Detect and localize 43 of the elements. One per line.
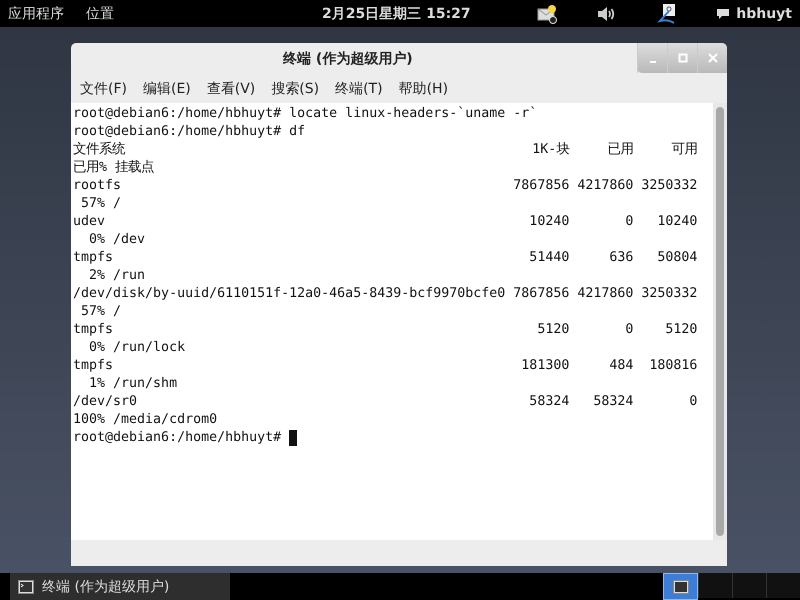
terminal-line: tmpfs 5120 0 5120 <box>73 321 698 339</box>
terminal-line: 文件系统 1K-块 已用 可用 <box>73 141 698 159</box>
taskbar-button[interactable]: 终端 (作为超级用户) <box>10 573 230 600</box>
terminal-line: 0% /run/lock <box>88 339 186 357</box>
menu-item[interactable]: 文件(F) <box>80 80 127 98</box>
terminal-line: 已用% 挂载点 <box>73 159 156 177</box>
scrollbar-thumb[interactable] <box>716 107 724 536</box>
terminal-line: tmpfs 181300 484 180816 <box>73 357 698 375</box>
maximize-icon <box>678 53 688 63</box>
user-name[interactable]: hbhuyt <box>736 6 792 22</box>
menu-item[interactable]: 搜索(S) <box>271 80 320 98</box>
terminal-line: 57% / <box>80 195 122 213</box>
terminal-line: udev 10240 0 10240 <box>73 213 698 231</box>
terminal-line: 0% /dev <box>88 231 146 249</box>
menu-item[interactable]: 编辑(E) <box>142 80 191 98</box>
workspace-button[interactable] <box>663 573 698 600</box>
panel-menu[interactable]: 应用程序 <box>8 4 64 22</box>
scrollbar[interactable] <box>713 103 727 540</box>
terminal-line: root@debian6:/home/hbhuyt# df <box>73 123 306 141</box>
terminal-icon <box>672 580 688 594</box>
panel-menu[interactable]: 位置 <box>86 4 114 22</box>
terminal-area[interactable] <box>71 103 727 540</box>
window-title: 终端 (作为超级用户) <box>283 50 413 68</box>
terminal-icon <box>18 580 34 594</box>
terminal-line: 2% /run <box>88 267 146 285</box>
menu-item[interactable]: 终端(T) <box>335 80 383 98</box>
terminal-line: /dev/disk/by-uuid/6110151f-12a0-46a5-8439-bcf9970bcfe0 7867856 4217860 3250332 <box>73 285 698 303</box>
terminal-prompt: root@debian6:/home/hbhuyt# <box>73 429 282 447</box>
cursor <box>289 430 298 446</box>
close-icon <box>708 53 718 63</box>
chat-icon[interactable] <box>716 8 730 20</box>
clock[interactable]: 2月25日星期三 15:27 <box>322 4 471 22</box>
menu-item[interactable]: 帮助(H) <box>398 80 448 98</box>
terminal-line: 57% / <box>80 303 122 321</box>
terminal-line: tmpfs 51440 636 50804 <box>73 249 698 267</box>
terminal-line: /dev/sr0 58324 58324 0 <box>73 393 698 411</box>
terminal-line: 1% /run/shm <box>88 375 178 393</box>
terminal-line: 100% /media/cdrom0 <box>73 411 218 429</box>
minimize-icon <box>650 61 656 63</box>
menu-item[interactable]: 查看(V) <box>206 80 256 98</box>
terminal-line: rootfs 7867856 4217860 3250332 <box>73 177 698 195</box>
terminal-line: root@debian6:/home/hbhuyt# locate linux-headers-`uname -r` <box>73 105 538 123</box>
mail-notification-icon[interactable] <box>536 2 558 24</box>
